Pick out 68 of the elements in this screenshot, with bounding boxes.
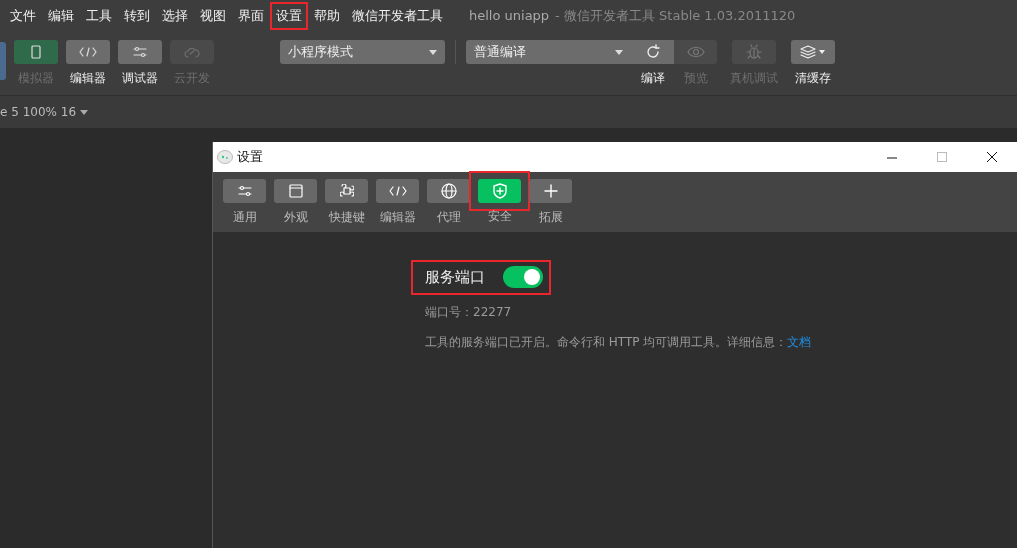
menu-item[interactable]: 视图 <box>194 2 232 30</box>
maximize-icon <box>935 152 949 162</box>
tab-label: 代理 <box>436 209 461 226</box>
eye-icon <box>686 46 705 58</box>
refresh-icon <box>644 44 661 60</box>
dropdown-value: 小程序模式 <box>288 43 353 62</box>
shield-icon <box>492 183 507 199</box>
plus-icon <box>543 184 558 198</box>
description-text: 工具的服务端口已开启。命令行和 HTTP 均可调用工具。详细信息：文档 <box>425 333 813 351</box>
menu-item[interactable]: 设置 <box>270 2 308 30</box>
toggle-switch[interactable] <box>503 266 543 289</box>
mode-dropdown[interactable]: 小程序模式 <box>280 40 445 64</box>
menu-item[interactable]: 微信开发者工具 <box>346 2 449 30</box>
tab-label: 快捷键 <box>328 209 365 226</box>
code-icon <box>79 47 97 57</box>
toolbar-button[interactable] <box>791 40 835 64</box>
tab-label: 通用 <box>232 209 257 226</box>
settings-tab[interactable] <box>427 179 470 203</box>
project-title: hello uniapp <box>469 7 550 26</box>
dropdown-value: 普通编译 <box>474 43 526 62</box>
menu-item[interactable]: 帮助 <box>308 2 346 30</box>
window-icon <box>288 184 303 198</box>
settings-tab[interactable] <box>478 179 521 203</box>
app-title: - 微信开发者工具 Stable 1.03.2011120 <box>555 7 796 26</box>
device-info: e 5 100% 16 <box>0 104 77 121</box>
menu-item[interactable]: 工具 <box>80 2 118 30</box>
tab-label: 安全 <box>487 208 512 225</box>
button-label: 编辑器 <box>70 70 106 87</box>
globe-icon <box>440 183 457 199</box>
settings-tab[interactable] <box>529 179 572 203</box>
menu-item[interactable]: 编辑 <box>42 2 80 30</box>
settings-tab[interactable] <box>376 179 419 203</box>
tab-label: 编辑器 <box>379 209 416 226</box>
port-number: 端口号：22277 <box>425 303 513 321</box>
menu-item[interactable]: 文件 <box>4 2 42 30</box>
code-icon <box>388 186 407 196</box>
compile-dropdown[interactable]: 普通编译 <box>466 40 631 64</box>
phone-icon <box>31 45 41 59</box>
button-label: 清缓存 <box>795 70 831 87</box>
docs-link[interactable]: 文档 <box>787 334 812 349</box>
device-selector[interactable]: e 5 100% 16 <box>0 103 89 121</box>
toolbar-button[interactable] <box>66 40 110 64</box>
button-label: 调试器 <box>122 70 158 87</box>
close-icon <box>985 152 999 162</box>
toolbar-button[interactable] <box>631 40 674 64</box>
app-logo-icon <box>217 150 233 164</box>
layers-icon <box>800 45 826 59</box>
settings-tab[interactable] <box>325 179 368 203</box>
caret-icon <box>80 109 89 115</box>
avatar-thumbnail <box>0 42 6 80</box>
bug-icon <box>746 44 762 60</box>
setting-label: 服务端口 <box>425 267 485 288</box>
sliders-icon <box>133 46 147 58</box>
caret-icon <box>615 49 623 55</box>
menu-item[interactable]: 选择 <box>156 2 194 30</box>
menu-item[interactable]: 转到 <box>118 2 156 30</box>
tab-label: 拓展 <box>538 209 563 226</box>
dialog-title: 设置 <box>237 148 263 167</box>
caret-icon <box>429 49 437 55</box>
toolbar-button[interactable] <box>118 40 162 64</box>
menu-item[interactable]: 界面 <box>232 2 270 30</box>
cloud-icon <box>184 46 200 58</box>
tab-label: 外观 <box>283 209 308 226</box>
sliders-icon <box>237 185 252 197</box>
button-label: 编译 <box>640 70 665 87</box>
settings-tab[interactable] <box>223 179 266 203</box>
settings-tab[interactable] <box>274 179 317 203</box>
toolbar-button[interactable] <box>14 40 58 64</box>
